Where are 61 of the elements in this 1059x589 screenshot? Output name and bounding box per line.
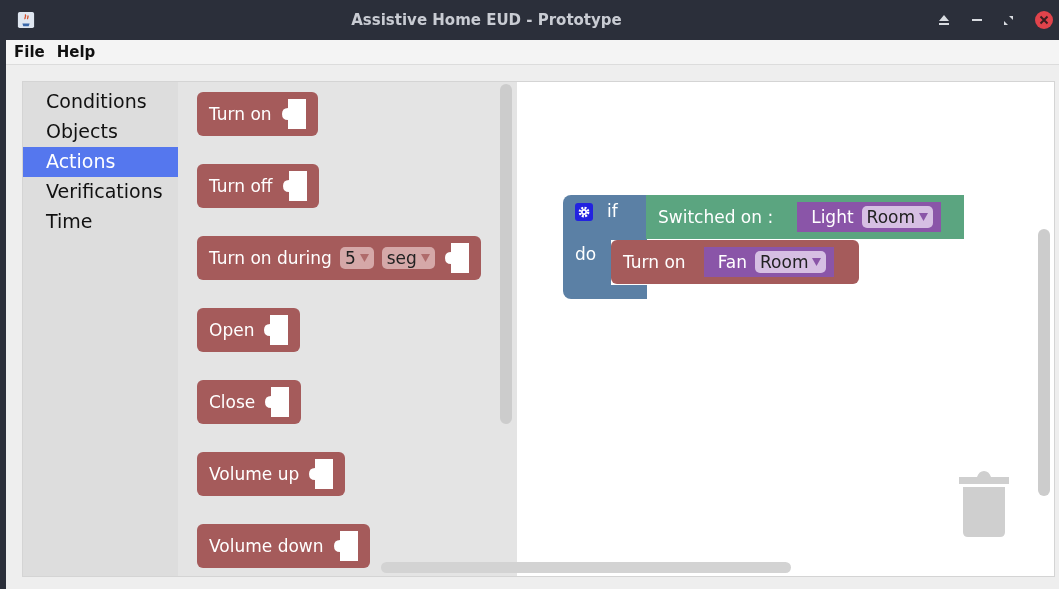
block-label: Turn on: [209, 104, 272, 124]
category-item[interactable]: Time: [23, 207, 178, 237]
dropdown[interactable]: Room: [755, 251, 827, 273]
input-slot-icon: [263, 387, 290, 417]
action-block[interactable]: Open: [197, 308, 301, 352]
input-slot-icon: [279, 99, 306, 129]
block-label: Volume down: [209, 536, 324, 556]
block-label: Open: [209, 320, 255, 340]
menu-item[interactable]: Help: [56, 43, 96, 61]
close-icon[interactable]: [1035, 11, 1053, 29]
if-block[interactable]: if: [563, 195, 647, 240]
action-block[interactable]: Close: [197, 380, 302, 424]
block-label: Switched on :: [658, 207, 774, 227]
scrollbar[interactable]: [1038, 229, 1050, 496]
eject-icon[interactable]: [938, 15, 950, 25]
caret-icon: [359, 254, 369, 262]
scrollbar[interactable]: [500, 84, 512, 424]
action-block[interactable]: Volume down: [197, 524, 370, 568]
caret-icon: [812, 258, 822, 266]
minimize-icon[interactable]: [972, 18, 982, 22]
category-item[interactable]: Objects: [23, 117, 178, 147]
input-slot-icon: [442, 243, 469, 273]
block-label: if: [607, 201, 618, 221]
category-item[interactable]: Verifications: [23, 177, 178, 207]
action-block[interactable]: Turn on Fan Room: [611, 240, 859, 284]
dropdown[interactable]: seg: [381, 247, 435, 269]
block-label: Turn on: [623, 252, 686, 272]
category-item[interactable]: Actions: [23, 147, 178, 177]
input-slot-icon: [307, 459, 334, 489]
block-label: Turn on during: [209, 248, 332, 268]
action-block[interactable]: Turn on: [197, 92, 318, 136]
input-slot-icon: [331, 531, 358, 561]
category-item[interactable]: Conditions: [23, 87, 178, 117]
block-label: do: [575, 244, 597, 264]
dropdown[interactable]: 5: [339, 247, 374, 269]
menu-item[interactable]: File: [14, 43, 45, 61]
scrollbar[interactable]: [381, 562, 791, 573]
gear-icon[interactable]: [575, 203, 593, 221]
window-title: Assistive Home EUD - Prototype: [350, 11, 623, 29]
caret-icon: [420, 254, 430, 262]
input-slot-icon: [262, 315, 289, 345]
input-slot-icon: [280, 171, 307, 201]
action-block[interactable]: Volume up: [197, 452, 346, 496]
object-block[interactable]: Fan Room: [703, 247, 835, 277]
block-label: Close: [209, 392, 256, 412]
dropdown[interactable]: Room: [861, 206, 934, 228]
action-block[interactable]: Turn off: [197, 164, 319, 208]
block-label: Volume up: [209, 464, 300, 484]
block-label: Light: [811, 207, 854, 227]
dropdown-value: 5: [344, 248, 356, 268]
restore-icon[interactable]: [1004, 15, 1013, 25]
condition-block[interactable]: Switched on : Light Room: [646, 195, 964, 239]
app-icon: [17, 11, 35, 29]
dropdown-value: Room: [760, 252, 809, 272]
object-block[interactable]: Light Room: [797, 202, 942, 232]
dropdown-value: Room: [866, 207, 916, 227]
action-block[interactable]: Turn on during 5 seg: [197, 236, 481, 280]
block-label: Fan: [717, 252, 748, 272]
block-label: Turn off: [209, 176, 273, 196]
dropdown-value: seg: [386, 248, 417, 268]
caret-icon: [919, 213, 929, 221]
